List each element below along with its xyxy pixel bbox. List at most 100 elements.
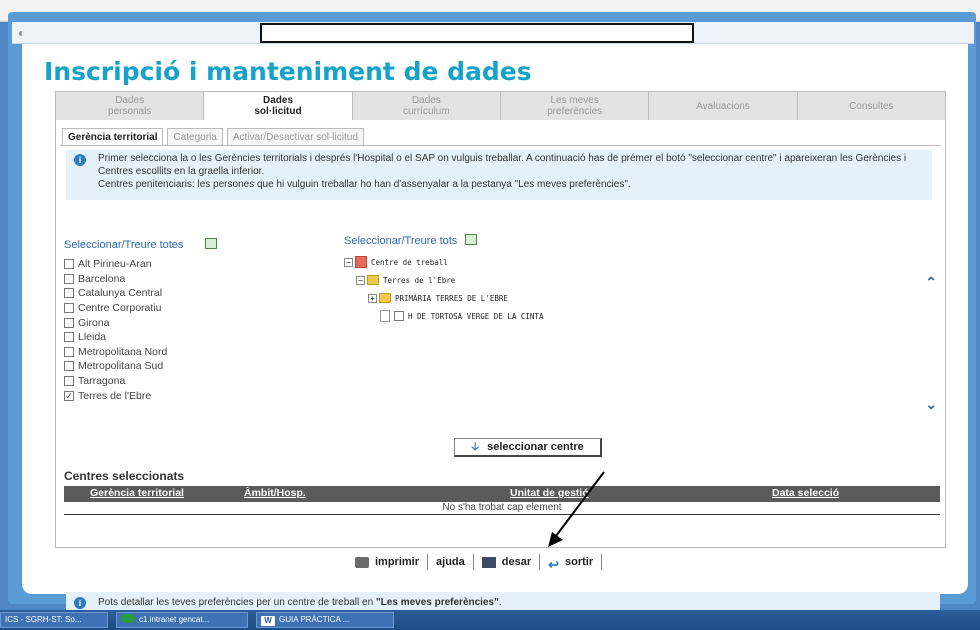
checkbox[interactable] [64, 288, 74, 299]
checkbox[interactable] [64, 317, 74, 328]
address-bar: ◐ [12, 22, 974, 44]
taskbar-item[interactable]: ICS - SGRH-ST: So... [0, 612, 108, 628]
tab-line2: currículum [402, 106, 450, 117]
folder-icon [355, 256, 367, 268]
expand-icon[interactable]: + [368, 293, 377, 303]
checkbox[interactable] [64, 259, 74, 270]
button-label: sortir [565, 556, 594, 568]
info-line1: Primer selecciona la o les Gerències ter… [98, 153, 907, 177]
checkbox-item[interactable]: Centre Corporatiu [64, 301, 217, 316]
checkbox-label: Girona [78, 316, 110, 329]
tab-avaluacions[interactable]: Avaluacions [649, 92, 798, 120]
column-header-data[interactable]: Data selecció [772, 487, 839, 499]
centres-tree-panel: Seleccionar/Treure tots − Centre de treba… [344, 234, 543, 325]
tab-line1: Dades [411, 95, 441, 106]
checkbox-item[interactable]: Alt Pirineu-Aran [64, 257, 217, 272]
checkbox-item[interactable]: Girona [64, 315, 217, 330]
chevron-up-icon[interactable]: ⌃ [925, 274, 937, 291]
tab-line1: Consultes [849, 100, 894, 112]
subtab-categoria[interactable]: Categoria [167, 128, 223, 145]
action-bar: imprimir ajuda desar ↩ sortir [347, 551, 603, 573]
checkbox-item[interactable]: Catalunya Central [64, 286, 217, 301]
tab-line1: Avaluacions [696, 100, 750, 112]
button-label: imprimir [375, 556, 420, 568]
desar-button[interactable]: desar [474, 554, 541, 570]
empty-grid-message: No s'ha trobat cap element [64, 502, 940, 515]
browser-logo-icon: ◐ [18, 26, 26, 40]
word-icon: W [261, 616, 275, 626]
tab-les-meves-preferencies[interactable]: Les meves preferències [500, 92, 650, 120]
folder-icon [367, 275, 379, 285]
checkbox[interactable] [64, 361, 74, 372]
select-all-centres-link[interactable]: Seleccionar/Treure tots [344, 235, 457, 247]
tree-label: H DE TORTOSA VERGE DE LA CINTA [408, 311, 544, 321]
checkbox[interactable] [64, 273, 74, 284]
tree-label: PRIMÀRIA TERRES DE L'EBRE [395, 293, 508, 303]
tree-label: Centre de treball [371, 257, 448, 267]
collapse-icon[interactable]: − [356, 275, 365, 285]
sub-tabs: Gerència territorial Categoria Activar/D… [62, 128, 364, 145]
checkbox[interactable] [64, 332, 74, 343]
info-box: i Primer selecciona la o les Gerències t… [66, 150, 932, 200]
tab-dades-sollicitud[interactable]: Dades sol·licitud [204, 92, 353, 120]
url-input[interactable] [260, 23, 694, 43]
column-header-ambit[interactable]: Àmbit/Hosp. [244, 487, 306, 499]
subtab-activar-desactivar[interactable]: Activar/Desactivar sol·licitud [226, 128, 364, 145]
selected-centres-title: Centres seleccionats [64, 469, 185, 483]
checkbox-label: Tarragona [78, 375, 126, 388]
checkbox-label: Centre Corporatiu [78, 302, 162, 315]
seleccionar-centre-button[interactable]: 🡣 seleccionar centre [454, 438, 602, 457]
collapse-icon[interactable]: − [344, 257, 353, 267]
checkbox-checked[interactable]: ✓ [64, 390, 74, 401]
chevron-down-icon[interactable]: ⌄ [925, 396, 937, 413]
checkbox-label: Terres de l'Ebre [78, 389, 152, 402]
checkbox[interactable] [64, 303, 74, 314]
page-content: Inscripció i manteniment de dades Dades p… [22, 44, 968, 614]
column-header-gerencia[interactable]: Gerència territorial [90, 487, 184, 499]
info-suffix: . [498, 597, 502, 608]
sortir-button[interactable]: ↩ sortir [540, 554, 603, 572]
tab-dades-curriculum[interactable]: Dades currículum [352, 92, 501, 120]
tree-node-root[interactable]: − Centre de treball [344, 253, 543, 271]
printer-icon [355, 556, 369, 568]
taskbar-item-browser[interactable]: c1.intranet.gencat... [116, 612, 248, 628]
subtab-gerencia-territorial[interactable]: Gerència territorial [62, 128, 164, 145]
tree-node-primaria[interactable]: + PRIMÀRIA TERRES DE L'EBRE [344, 289, 543, 307]
centres-tree: − Centre de treball − Terres de l'Ebre + PR… [344, 253, 543, 325]
info-icon: i [74, 597, 86, 609]
taskbar-label: c1.intranet.gencat... [139, 615, 210, 624]
checkbox-item[interactable]: Barcelona [64, 272, 217, 287]
ajuda-button[interactable]: ajuda [428, 554, 474, 570]
taskbar-label: GUIA PRÀCTICA ... [279, 615, 350, 624]
checkbox-item[interactable]: Lleida [64, 330, 217, 345]
checkbox[interactable] [394, 311, 404, 321]
tree-node-hospital[interactable]: H DE TORTOSA VERGE DE LA CINTA [344, 307, 543, 325]
checkbox[interactable] [64, 376, 74, 387]
tab-line1: Les meves [550, 95, 599, 106]
checkbox-label: Barcelona [78, 272, 126, 285]
checkbox-label: Lleida [78, 331, 107, 344]
main-tabs: Dades personals Dades sol·licitud Dades cur… [55, 91, 946, 120]
checkbox-label: Catalunya Central [78, 287, 163, 300]
browser-icon [121, 614, 135, 623]
info-highlight: "Les meves preferències" [375, 597, 499, 608]
document-icon [380, 310, 390, 322]
tab-consultes[interactable]: Consultes [797, 92, 945, 120]
copy-icon[interactable] [205, 238, 218, 249]
taskbar-item-word[interactable]: W GUIA PRÀCTICA ... [256, 612, 394, 628]
checkbox-item[interactable]: Metropolitana Sud [64, 359, 217, 374]
select-all-gerencies-link[interactable]: Seleccionar/Treure totes [64, 239, 183, 251]
arrow-down-icon: 🡣 [471, 441, 480, 453]
column-header-unitat[interactable]: Unitat de gestió [510, 487, 589, 499]
info-line2: Centres penitenciaris: les persones que … [98, 179, 631, 190]
copy-icon[interactable] [465, 234, 478, 245]
tab-dades-personals[interactable]: Dades personals [56, 92, 205, 120]
checkbox[interactable] [64, 346, 74, 357]
checkbox-item[interactable]: ✓ Terres de l'Ebre [64, 388, 217, 403]
tree-node-region[interactable]: − Terres de l'Ebre [344, 271, 543, 289]
imprimir-button[interactable]: imprimir [347, 554, 429, 570]
folder-icon [379, 293, 391, 303]
checkbox-item[interactable]: Metropolitana Nord [64, 345, 217, 360]
button-label: ajuda [436, 556, 465, 568]
checkbox-item[interactable]: Tarragona [64, 374, 217, 389]
